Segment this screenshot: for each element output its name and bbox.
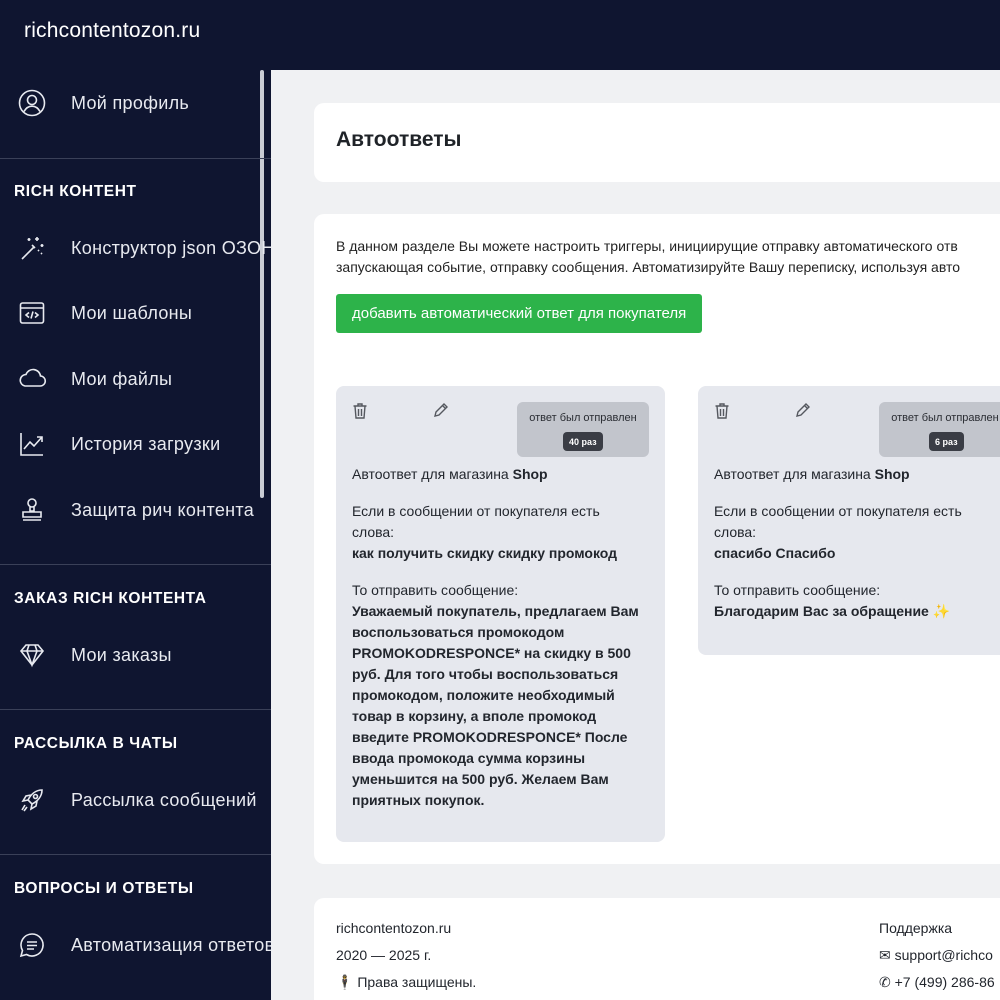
envelope-icon: ✉: [879, 947, 891, 963]
sidebar-divider: [0, 564, 271, 565]
sidebar-item-auto-answers[interactable]: Автоматизация ответов: [0, 919, 271, 971]
count-pill: 6 раз: [929, 432, 964, 451]
count-pill: 40 раз: [563, 432, 603, 451]
footer-phone[interactable]: ✆ +7 (499) 286-86: [879, 974, 1000, 1000]
sidebar-section-title: RICH КОНТЕНТ: [14, 183, 137, 200]
sent-count-badge: ответ был отправлен 40 раз: [517, 402, 649, 457]
action-label: То отправить сообщение:: [714, 582, 881, 598]
sidebar-item-files[interactable]: Мои файлы: [0, 353, 271, 405]
top-bar: richcontentozon.ru: [0, 0, 1000, 70]
footer-years: 2020 — 2025 г.: [336, 947, 432, 963]
sidebar: Мой профиль RICH КОНТЕНТ Конструктор jso…: [0, 70, 271, 1000]
autoresponse-card: ответ был отправлен 6 раз Автоответ для …: [698, 386, 1000, 655]
sidebar-item-label: История загрузки: [71, 433, 221, 454]
keywords: спасибо Спасибо: [714, 545, 836, 561]
page-title: Автоответы: [336, 128, 462, 151]
condition-label: Если в сообщении от покупателя есть слов…: [714, 503, 962, 540]
footer-info: richcontentozon.ru 2020 — 2025 г. 🕴 Прав…: [336, 920, 476, 1000]
keywords: как получить скидку скидку промокод: [352, 545, 618, 561]
title-card: Автоответы: [314, 103, 1000, 182]
footer-support: Поддержка ✉ support@richco ✆ +7 (499) 28…: [879, 920, 1000, 1000]
footer-rights: 🕴 Права защищены.: [336, 974, 477, 990]
response-message: Уважаемый покупатель, предлагаем Вам вос…: [352, 603, 639, 808]
pencil-icon[interactable]: [795, 402, 813, 420]
shop-line: Автоответ для магазина Shop: [714, 466, 910, 482]
sidebar-item-profile[interactable]: Мой профиль: [0, 77, 271, 129]
user-icon: [17, 88, 47, 118]
sidebar-item-upload-history[interactable]: История загрузки: [0, 418, 271, 470]
chart-line-icon: [17, 429, 47, 459]
sidebar-divider: [0, 709, 271, 710]
response-message: Благодарим Вас за обращение ✨: [714, 603, 951, 619]
sidebar-section-title: ЗАКАЗ RICH КОНТЕНТА: [14, 590, 207, 607]
section-description: В данном разделе Вы можете настроить три…: [336, 238, 960, 275]
code-window-icon: [17, 298, 47, 328]
pencil-icon[interactable]: [433, 402, 451, 420]
action-label: То отправить сообщение:: [352, 582, 519, 598]
stamp-icon: [17, 495, 47, 525]
footer-site[interactable]: richcontentozon.ru: [336, 920, 476, 947]
sidebar-item-label: Рассылка сообщений: [71, 789, 257, 810]
sidebar-item-content-protection[interactable]: Защита рич контента: [0, 484, 271, 536]
add-autoresponse-button[interactable]: добавить автоматический ответ для покупа…: [336, 294, 703, 333]
sidebar-item-orders[interactable]: Мои заказы: [0, 629, 271, 681]
site-logo[interactable]: richcontentozon.ru: [24, 19, 200, 43]
sidebar-item-label: Защита рич контента: [71, 499, 255, 520]
footer-support-title: Поддержка: [879, 920, 953, 936]
footer-card: richcontentozon.ru 2020 — 2025 г. 🕴 Прав…: [314, 898, 1000, 1000]
magic-wand-icon: [17, 233, 47, 263]
rocket-icon: [17, 785, 47, 815]
sidebar-item-label: Мои заказы: [71, 644, 172, 665]
main-content: Автоответы В данном разделе Вы можете на…: [271, 70, 1000, 1000]
sidebar-section-title: РАССЫЛКА В ЧАТЫ: [14, 735, 178, 752]
sidebar-item-json-constructor[interactable]: Конструктор json ОЗОН: [0, 222, 271, 274]
sidebar-item-templates[interactable]: Мои шаблоны: [0, 287, 271, 339]
condition-label: Если в сообщении от покупателя есть слов…: [352, 503, 600, 540]
shop-line: Автоответ для магазина Shop: [352, 466, 548, 482]
autoresponse-card: ответ был отправлен 40 раз Автоответ для…: [336, 386, 665, 842]
sidebar-item-label: Мои файлы: [71, 368, 173, 389]
diamond-icon: [17, 640, 47, 670]
chat-icon: [17, 930, 47, 960]
sidebar-divider: [0, 158, 271, 159]
sidebar-item-mailing[interactable]: Рассылка сообщений: [0, 774, 271, 826]
phone-icon: ✆: [879, 974, 891, 990]
trash-icon[interactable]: [714, 402, 732, 420]
sidebar-section-title: ВОПРОСЫ И ОТВЕТЫ: [14, 880, 194, 897]
autoresponses-card: В данном разделе Вы можете настроить три…: [314, 214, 1000, 864]
cloud-icon: [17, 364, 47, 394]
sidebar-item-label: Мой профиль: [71, 92, 190, 113]
person-icon: 🕴: [336, 974, 354, 990]
sidebar-item-label: Автоматизация ответов: [71, 934, 271, 955]
sidebar-item-label: Мои шаблоны: [71, 302, 193, 323]
sidebar-item-label: Конструктор json ОЗОН: [71, 237, 271, 258]
sidebar-divider: [0, 854, 271, 855]
sent-count-badge: ответ был отправлен 6 раз: [879, 402, 1000, 457]
trash-icon[interactable]: [352, 402, 370, 420]
footer-email[interactable]: ✉ support@richco: [879, 947, 1000, 974]
